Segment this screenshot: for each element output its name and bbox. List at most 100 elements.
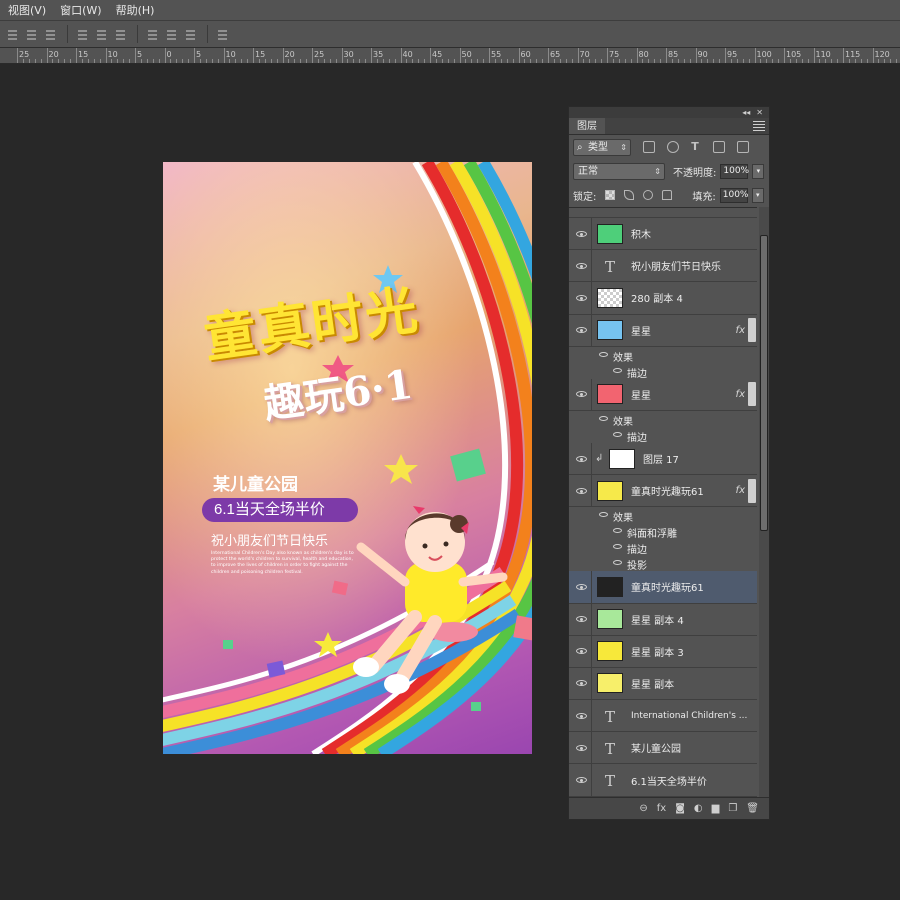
expand-effects-toggle[interactable] <box>748 318 756 343</box>
effects-row[interactable]: 效果 <box>569 410 757 428</box>
lock-image-icon[interactable] <box>624 190 635 200</box>
layer-name[interactable]: 某儿童公园 <box>631 740 681 755</box>
opacity-input[interactable]: 100% <box>720 163 749 179</box>
layer-name[interactable]: 280 副本 4 <box>631 290 683 305</box>
distribute-right-icon[interactable] <box>184 27 198 41</box>
layer-name[interactable]: 童真时光趣玩61 <box>631 483 704 498</box>
layer-row[interactable]: 280 副本 4 <box>569 282 757 315</box>
tab-layers[interactable]: 图层 <box>569 118 605 134</box>
menu-view[interactable]: 视图(V) <box>8 2 46 18</box>
expand-effects-toggle[interactable] <box>748 478 756 503</box>
visibility-eye-icon[interactable] <box>576 391 587 398</box>
visibility-eye-icon[interactable] <box>576 616 587 623</box>
filter-smart-object-icon[interactable] <box>737 141 749 153</box>
layers-list[interactable]: 积木 T 祝小朋友们节日快乐 280 副本 4 星星 fx 效果 描边 星星 fx 效果 描边 ↲ 图层 … <box>569 207 757 797</box>
visibility-eye-icon[interactable] <box>576 455 587 462</box>
close-icon[interactable]: ✕ <box>756 108 763 117</box>
layer-row[interactable]: 星星 fx <box>569 378 757 411</box>
align-hcenter-icon[interactable] <box>25 27 39 41</box>
align-left-icon[interactable] <box>6 27 20 41</box>
layer-row[interactable]: ↲ 图层 17 <box>569 442 757 476</box>
layer-name[interactable]: 星星 <box>631 323 651 338</box>
layer-name[interactable]: 星星 <box>631 387 651 402</box>
effect-eye-icon[interactable] <box>613 544 622 550</box>
new-layer-icon[interactable]: ❐ <box>728 803 737 814</box>
trash-icon[interactable]: 🗑 <box>746 803 759 814</box>
opacity-dropdown-icon[interactable]: ▾ <box>752 163 765 179</box>
align-bottom-icon[interactable] <box>114 27 128 41</box>
expand-effects-toggle[interactable] <box>748 382 756 407</box>
layer-row[interactable]: 星星 副本 3 <box>569 635 757 668</box>
layer-name[interactable]: 童真时光趣玩61 <box>631 579 704 594</box>
visibility-eye-icon[interactable] <box>576 230 587 237</box>
link-icon[interactable]: ⊖ <box>639 803 647 814</box>
layer-effects-icon[interactable]: fx <box>736 389 745 400</box>
layer-row-partial[interactable] <box>569 208 757 218</box>
visibility-eye-icon[interactable] <box>576 583 587 590</box>
effect-eye-icon[interactable] <box>613 528 622 534</box>
distribute-center-icon[interactable] <box>165 27 179 41</box>
layer-row[interactable]: T 某儿童公园 <box>569 732 757 765</box>
visibility-eye-icon[interactable] <box>576 744 587 751</box>
effect-eye-icon[interactable] <box>599 512 608 518</box>
layers-scrollbar[interactable] <box>759 207 769 797</box>
fill-input[interactable]: 100% <box>719 187 748 203</box>
visibility-eye-icon[interactable] <box>576 487 587 494</box>
layer-row[interactable]: T 6.1当天全场半价 <box>569 764 757 797</box>
effect-row[interactable]: 描边 <box>569 426 757 444</box>
visibility-eye-icon[interactable] <box>576 680 587 687</box>
lock-position-icon[interactable] <box>643 190 654 200</box>
layer-row[interactable]: 童真时光趣玩61 fx <box>569 475 757 508</box>
filter-shape-icon[interactable] <box>713 141 725 153</box>
effect-eye-icon[interactable] <box>613 560 622 566</box>
filter-kind-select[interactable]: 类型 <box>573 138 631 156</box>
visibility-eye-icon[interactable] <box>576 294 587 301</box>
visibility-eye-icon[interactable] <box>576 712 587 719</box>
effect-eye-icon[interactable] <box>599 415 608 421</box>
layer-row[interactable]: 星星 副本 4 <box>569 603 757 636</box>
lock-transparent-icon[interactable] <box>605 190 616 200</box>
layer-name[interactable]: 祝小朋友们节日快乐 <box>631 258 721 273</box>
layer-name[interactable]: 星星 副本 3 <box>631 644 684 659</box>
effects-row[interactable]: 效果 <box>569 346 757 364</box>
layer-row[interactable]: T 祝小朋友们节日快乐 <box>569 250 757 283</box>
align-vcenter-icon[interactable] <box>95 27 109 41</box>
folder-icon[interactable]: ▆ <box>712 803 720 814</box>
effects-row[interactable]: 效果 <box>569 507 757 524</box>
blend-mode-select[interactable]: 正常 <box>573 162 665 180</box>
canvas-poster[interactable]: 童真时光 趣玩6·1 某儿童公园 6.1当天全场半价 祝小朋友们节日快乐 Int… <box>163 162 532 754</box>
visibility-eye-icon[interactable] <box>576 327 587 334</box>
layer-name[interactable]: 积木 <box>631 226 651 241</box>
effect-row[interactable]: 描边 <box>569 539 757 556</box>
visibility-eye-icon[interactable] <box>576 648 587 655</box>
layer-row[interactable]: 积木 <box>569 218 757 251</box>
menu-window[interactable]: 窗口(W) <box>60 2 101 18</box>
lock-all-icon[interactable] <box>662 190 673 200</box>
horizontal-ruler[interactable]: 25 20 15 10 5 0 5 10 15 20 25 30 35 40 45 50 55 60 65 70 75 8… <box>0 48 900 64</box>
effect-row[interactable]: 斜面和浮雕 <box>569 523 757 540</box>
layer-row[interactable]: 星星 副本 <box>569 667 757 701</box>
layer-name[interactable]: 图层 17 <box>643 451 679 466</box>
auto-align-icon[interactable] <box>216 27 230 41</box>
mask-icon[interactable]: ◙ <box>675 803 685 814</box>
effect-row[interactable]: 描边 <box>569 362 757 380</box>
visibility-eye-icon[interactable] <box>576 262 587 269</box>
layer-name[interactable]: 6.1当天全场半价 <box>631 773 707 788</box>
adjustment-icon[interactable]: ◐ <box>694 803 703 814</box>
layer-name[interactable]: 星星 副本 <box>631 676 674 691</box>
distribute-left-icon[interactable] <box>146 27 160 41</box>
effect-eye-icon[interactable] <box>599 351 608 357</box>
menu-help[interactable]: 帮助(H) <box>116 2 155 18</box>
filter-pixel-icon[interactable] <box>643 141 655 153</box>
layer-effects-icon[interactable]: fx <box>736 325 745 336</box>
layer-name[interactable]: 星星 副本 4 <box>631 612 684 627</box>
panel-menu-icon[interactable] <box>753 118 769 134</box>
filter-adjustment-icon[interactable] <box>667 141 679 153</box>
effect-eye-icon[interactable] <box>613 431 622 437</box>
layer-row[interactable]: T International Children's ... <box>569 700 757 733</box>
layer-effects-icon[interactable]: fx <box>736 485 745 496</box>
effect-eye-icon[interactable] <box>613 367 622 373</box>
fx-icon[interactable]: fx <box>657 803 666 814</box>
fill-dropdown-icon[interactable]: ▾ <box>751 187 764 203</box>
effect-row[interactable]: 投影 <box>569 555 757 572</box>
